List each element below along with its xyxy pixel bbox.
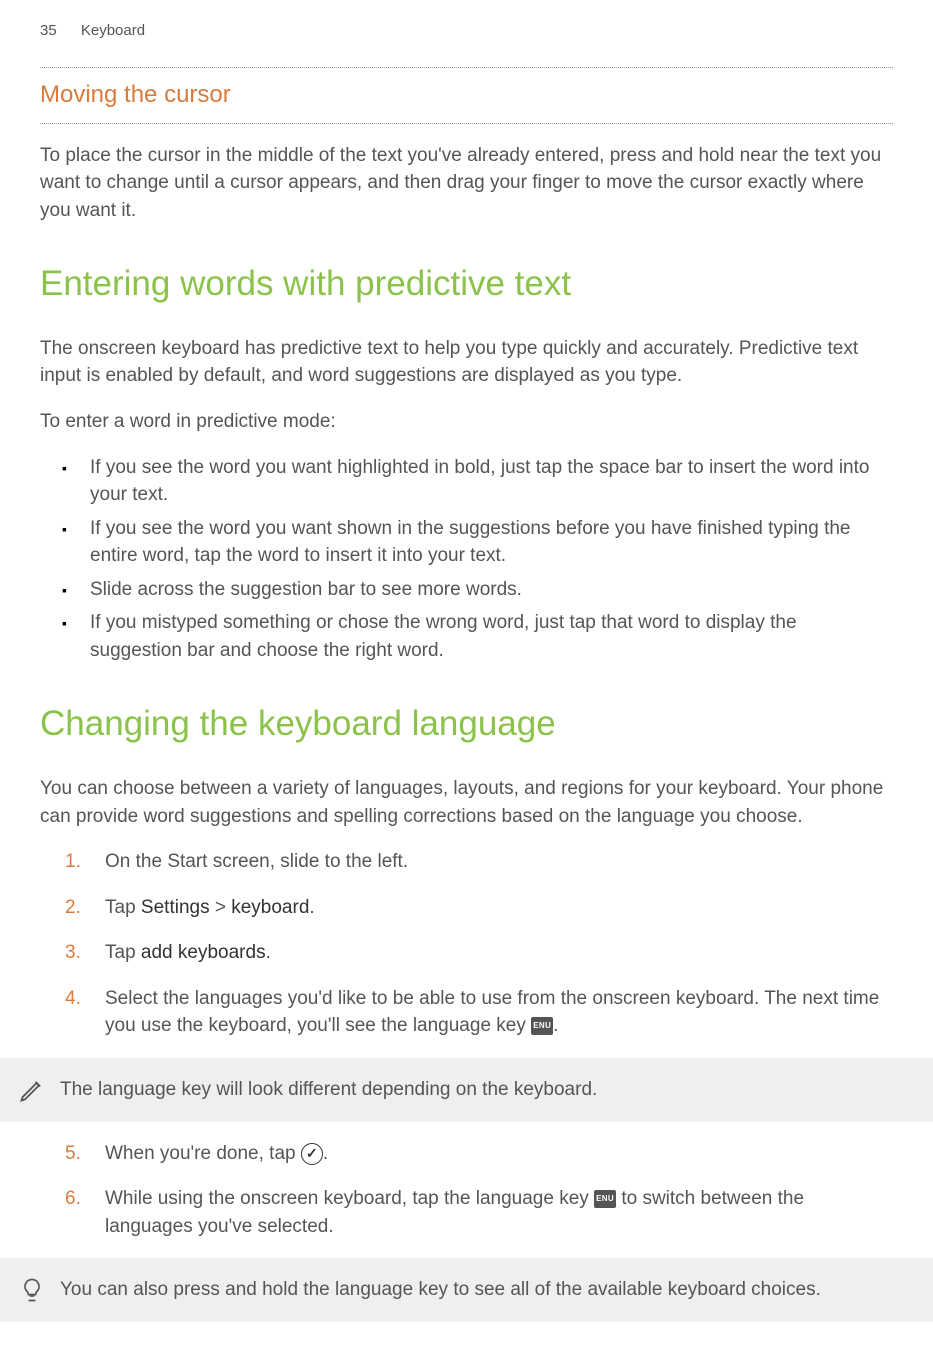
language-key-icon: ENU: [531, 1017, 553, 1035]
list-item: 5. When you're done, tap .: [105, 1140, 893, 1168]
language-key-icon: ENU: [594, 1190, 616, 1208]
note-box: You can also press and hold the language…: [0, 1258, 933, 1322]
step-text: Tap: [105, 897, 141, 918]
note-text: You can also press and hold the language…: [60, 1279, 821, 1300]
step-text: Select the languages you'd like to be ab…: [105, 988, 879, 1037]
step-text: .: [266, 942, 271, 963]
heading-keyboard-language: Changing the keyboard language: [40, 699, 893, 750]
step-text: When you're done, tap: [105, 1143, 301, 1164]
step-number: 4.: [65, 985, 81, 1013]
list-item: Slide across the suggestion bar to see m…: [90, 576, 893, 604]
step-text: >: [210, 897, 232, 918]
pencil-icon: [18, 1076, 46, 1104]
step-text: While using the onscreen keyboard, tap t…: [105, 1188, 594, 1209]
list-item: 3. Tap add keyboards.: [105, 939, 893, 967]
step-number: 3.: [65, 939, 81, 967]
list-item: 1. On the Start screen, slide to the lef…: [105, 848, 893, 876]
predictive-lead: To enter a word in predictive mode:: [40, 408, 893, 436]
note-box: The language key will look different dep…: [0, 1058, 933, 1122]
lightbulb-icon: [18, 1276, 46, 1304]
heading-predictive-text: Entering words with predictive text: [40, 259, 893, 310]
note-text: The language key will look different dep…: [60, 1079, 597, 1100]
step-number: 5.: [65, 1140, 81, 1168]
step-strong: Settings: [141, 897, 210, 918]
check-icon: [301, 1143, 323, 1165]
step-text: .: [323, 1143, 328, 1164]
section-title-moving-cursor: Moving the cursor: [40, 68, 893, 123]
language-intro: You can choose between a variety of lang…: [40, 775, 893, 830]
step-text: Tap: [105, 942, 141, 963]
list-item: 2. Tap Settings > keyboard.: [105, 894, 893, 922]
page-header: 35 Keyboard: [40, 20, 893, 42]
step-text: .: [553, 1015, 558, 1036]
list-item: 6. While using the onscreen keyboard, ta…: [105, 1185, 893, 1240]
step-text: On the Start screen, slide to the left.: [105, 851, 408, 872]
divider: [40, 123, 893, 124]
header-section: Keyboard: [81, 22, 145, 39]
step-strong: keyboard: [231, 897, 309, 918]
step-number: 1.: [65, 848, 81, 876]
list-item: If you mistyped something or chose the w…: [90, 609, 893, 664]
list-item: If you see the word you want highlighted…: [90, 454, 893, 509]
step-number: 6.: [65, 1185, 81, 1213]
predictive-intro: The onscreen keyboard has predictive tex…: [40, 335, 893, 390]
language-steps: 1. On the Start screen, slide to the lef…: [40, 848, 893, 1040]
step-text: .: [309, 897, 314, 918]
predictive-bullets: If you see the word you want highlighted…: [40, 454, 893, 665]
moving-cursor-body: To place the cursor in the middle of the…: [40, 142, 893, 225]
list-item: 4. Select the languages you'd like to be…: [105, 985, 893, 1040]
list-item: If you see the word you want shown in th…: [90, 515, 893, 570]
step-number: 2.: [65, 894, 81, 922]
page-number: 35: [40, 22, 57, 39]
step-strong: add keyboards: [141, 942, 266, 963]
language-steps-continued: 5. When you're done, tap . 6. While usin…: [40, 1140, 893, 1241]
